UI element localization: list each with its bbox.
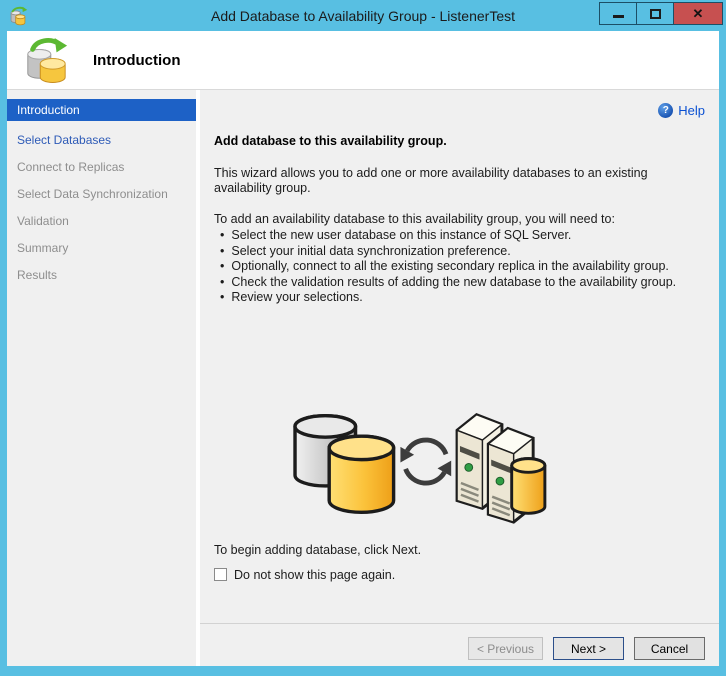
- sidebar-item-connect-to-replicas: Connect to Replicas: [17, 160, 125, 174]
- close-button[interactable]: ✕: [673, 2, 723, 25]
- steps-list: Select the new user database on this ins…: [214, 228, 705, 306]
- wizard-frame: Introduction Introduction Select Databas…: [7, 31, 719, 666]
- step-item: Check the validation results of adding t…: [214, 275, 705, 291]
- title-bar: Add Database to Availability Group - Lis…: [0, 0, 726, 31]
- step-item: Select the new user database on this ins…: [214, 228, 705, 244]
- intro-paragraph: This wizard allows you to add one or mor…: [214, 166, 648, 195]
- cancel-button[interactable]: Cancel: [634, 637, 705, 660]
- help-icon: ?: [658, 102, 674, 118]
- next-button[interactable]: Next >: [553, 637, 624, 660]
- help-row: ? Help: [214, 102, 705, 118]
- help-link[interactable]: Help: [678, 103, 705, 118]
- window-controls: ✕: [599, 2, 723, 25]
- step-sidebar: Introduction Select Databases Connect to…: [7, 90, 196, 666]
- sidebar-item-select-data-synchronization: Select Data Synchronization: [17, 187, 168, 201]
- wizard-body: Introduction Select Databases Connect to…: [7, 90, 719, 666]
- previous-button[interactable]: < Previous: [467, 637, 543, 660]
- page-title: Introduction: [93, 51, 181, 69]
- sidebar-item-select-databases[interactable]: Select Databases: [7, 127, 196, 154]
- minimize-button[interactable]: [599, 2, 637, 25]
- footer: < Previous Next > Cancel: [200, 623, 719, 666]
- databases-sync-servers-graphic: [293, 412, 547, 524]
- step-item: Select your initial data synchronization…: [214, 244, 705, 260]
- availability-group-illustration: [278, 403, 558, 525]
- main-panel: ? Help Add database to this availability…: [200, 90, 719, 666]
- step-item: Optionally, connect to all the existing …: [214, 259, 705, 275]
- maximize-button[interactable]: [636, 2, 674, 25]
- close-icon: ✕: [692, 6, 704, 21]
- steps-title: To add an availability database to this …: [214, 212, 615, 226]
- sidebar-item-results: Results: [17, 268, 58, 282]
- dont-show-checkbox[interactable]: [214, 568, 227, 581]
- begin-instruction: To begin adding database, click Next.: [214, 542, 422, 557]
- app-icon: [10, 6, 28, 26]
- dont-show-label[interactable]: Do not show this page again.: [234, 568, 395, 582]
- sidebar-item-introduction[interactable]: Introduction: [7, 99, 196, 121]
- minimize-icon: [612, 15, 624, 18]
- dont-show-row: Do not show this page again.: [214, 568, 705, 582]
- content-heading: Add database to this availability group.: [214, 134, 447, 148]
- step-item: Review your selections.: [214, 290, 705, 306]
- sidebar-item-validation: Validation: [17, 214, 69, 228]
- maximize-icon: [649, 8, 661, 19]
- sidebar-item-summary: Summary: [17, 241, 69, 255]
- introduction-page-icon: [27, 37, 68, 83]
- button-row: < Previous Next > Cancel: [214, 624, 705, 666]
- wizard-header: Introduction: [7, 31, 719, 90]
- wizard-window: Add Database to Availability Group - Lis…: [0, 0, 726, 676]
